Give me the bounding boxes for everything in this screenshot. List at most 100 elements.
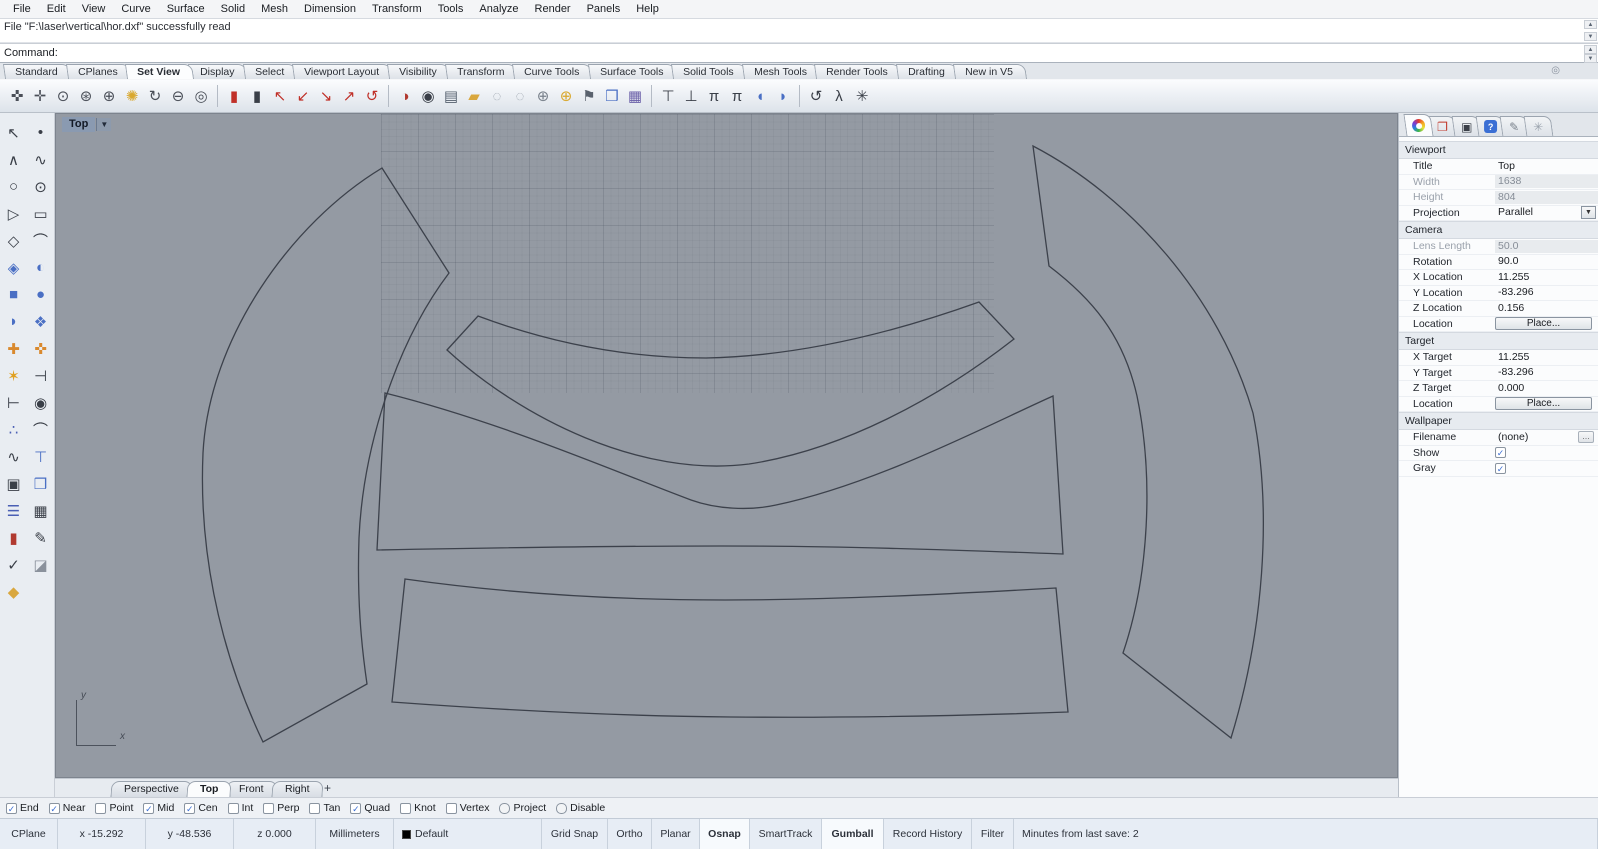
menu-item-transform[interactable]: Transform — [365, 1, 429, 17]
circle-icon[interactable]: ○ — [1, 173, 26, 200]
zoom-target-icon[interactable]: ◎ — [190, 84, 212, 108]
property-value[interactable]: -83.296 — [1495, 286, 1598, 299]
grid-snap-toggle[interactable]: Grid Snap — [542, 819, 608, 849]
property-value[interactable]: 0.000 — [1495, 382, 1598, 395]
property-value[interactable]: Parallel — [1495, 206, 1581, 219]
cplane-cell[interactable]: CPlane — [0, 819, 58, 849]
osnap-item-vertex[interactable]: Vertex — [445, 802, 489, 814]
view-right-icon[interactable]: ↘ — [315, 84, 337, 108]
settings-tab[interactable]: ✳ — [1523, 116, 1554, 136]
filename-value[interactable]: (none) — [1495, 431, 1578, 444]
viewport-title[interactable]: Top — [62, 117, 96, 132]
osnap-item-project[interactable]: Project — [499, 802, 546, 814]
material-icon[interactable]: ◪ — [28, 551, 53, 578]
osnap-item-point[interactable]: Point — [95, 802, 133, 814]
closed-curve-icon[interactable]: ▷ — [1, 200, 26, 227]
toolbar-tab-select[interactable]: Select — [242, 64, 299, 79]
viewport-tab-top[interactable]: Top — [186, 781, 232, 797]
arc-icon[interactable]: ⌒ — [28, 227, 53, 254]
toolbar-tab-surface-tools[interactable]: Surface Tools — [587, 64, 677, 79]
select-arrow-icon[interactable]: ↖ — [1, 119, 26, 146]
bottom-band-part[interactable] — [391, 578, 1069, 718]
osnap-checkbox-disable[interactable] — [556, 802, 568, 814]
property-value[interactable]: 0.156 — [1495, 302, 1598, 315]
toolbar-tab-transform[interactable]: Transform — [444, 64, 519, 79]
viewport-title-dropdown-icon[interactable]: ▼ — [96, 118, 112, 131]
command-input[interactable] — [61, 45, 1582, 61]
menu-item-help[interactable]: Help — [629, 1, 666, 17]
align-icon[interactable]: ⊣ — [28, 362, 53, 389]
trim-icon[interactable]: ⊢ — [1, 389, 26, 416]
annotate-icon[interactable]: ✎ — [28, 524, 53, 551]
osnap-checkbox-vertex[interactable] — [445, 802, 457, 814]
sweep-icon[interactable]: ◐ — [28, 254, 53, 281]
menu-item-mesh[interactable]: Mesh — [254, 1, 295, 17]
toolbar-tab-drafting[interactable]: Drafting — [896, 64, 959, 79]
property-value[interactable]: 11.255 — [1495, 271, 1598, 284]
property-value[interactable]: 90.0 — [1495, 255, 1598, 268]
left-crescent-part[interactable] — [201, 167, 450, 743]
layer-cell[interactable]: Default — [394, 819, 542, 849]
box-icon[interactable]: ■ — [1, 281, 26, 308]
explode-icon[interactable]: ✶ — [1, 362, 26, 389]
point-icon[interactable]: • — [28, 119, 53, 146]
property-value[interactable]: 11.255 — [1495, 351, 1598, 364]
osnap-toggle[interactable]: Osnap — [700, 819, 750, 849]
zoom-out-icon[interactable]: ⊖ — [167, 84, 189, 108]
helix-icon[interactable]: ∿ — [1, 443, 26, 470]
fillet-icon[interactable]: ⌒ — [28, 416, 53, 443]
plan-view-2-icon[interactable]: π — [726, 84, 748, 108]
polyline-icon[interactable]: ∧ — [1, 146, 26, 173]
isometric-view-2-icon[interactable]: ◗ — [772, 84, 794, 108]
menu-item-surface[interactable]: Surface — [160, 1, 212, 17]
viewport-tab-front[interactable]: Front — [225, 781, 278, 797]
cplane-icon[interactable]: ⊕ — [532, 84, 554, 108]
place-button[interactable]: Place... — [1495, 397, 1592, 411]
move-view-icon[interactable]: ✛ — [29, 84, 51, 108]
menu-item-view[interactable]: View — [75, 1, 113, 17]
toolbar-tab-visibility[interactable]: Visibility — [387, 64, 451, 79]
osnap-checkbox-int[interactable] — [227, 802, 239, 814]
save-view-icon[interactable]: ▤ — [440, 84, 462, 108]
toolbar-tab-cplanes[interactable]: CPlanes — [65, 64, 132, 79]
viewport-top[interactable]: Top ▼ y x — [55, 113, 1398, 778]
zoom-window-icon[interactable]: ⊛ — [75, 84, 97, 108]
polygon-icon[interactable]: ◇ — [1, 227, 26, 254]
menu-item-dimension[interactable]: Dimension — [297, 1, 363, 17]
surface-icon[interactable]: ◈ — [1, 254, 26, 281]
turntable-icon[interactable]: ↺ — [805, 84, 827, 108]
viewport-tab-+[interactable]: + — [317, 780, 339, 797]
cylinder-icon[interactable]: ◗ — [1, 308, 26, 335]
osnap-item-mid[interactable]: ✓ Mid — [143, 802, 174, 814]
save-timer-cell[interactable]: Minutes from last save: 2 — [1014, 819, 1598, 849]
pipe-icon[interactable]: ⊤ — [28, 443, 53, 470]
boolean-union-icon[interactable]: ✚ — [1, 335, 26, 362]
rotate-view-icon[interactable]: ↻ — [144, 84, 166, 108]
zoom-selected-icon[interactable]: ⊕ — [98, 84, 120, 108]
view-back-icon[interactable]: ↖ — [269, 84, 291, 108]
units-cell[interactable]: Millimeters — [316, 819, 394, 849]
filter-cell[interactable]: Filter — [972, 819, 1014, 849]
scroll-up-icon[interactable]: ▲ — [1584, 45, 1597, 54]
place-camera-icon[interactable]: ⚑ — [578, 84, 600, 108]
named-view-1-icon[interactable]: ◌ — [486, 84, 508, 108]
record-history-toggle[interactable]: Record History — [884, 819, 972, 849]
walkabout-icon[interactable]: λ — [828, 84, 850, 108]
redo-view-icon[interactable]: ▮ — [246, 84, 268, 108]
menu-item-render[interactable]: Render — [528, 1, 578, 17]
hatch-icon[interactable]: ☰ — [1, 497, 26, 524]
toolbar-tab-render-tools[interactable]: Render Tools — [814, 64, 903, 79]
camera-dolly-icon[interactable]: ◑ — [394, 84, 416, 108]
osnap-checkbox-project[interactable] — [499, 802, 511, 814]
menu-item-curve[interactable]: Curve — [114, 1, 157, 17]
menu-item-edit[interactable]: Edit — [40, 1, 73, 17]
middle-band-part[interactable] — [376, 392, 1064, 555]
sphere-icon[interactable]: ● — [28, 281, 53, 308]
osnap-checkbox-quad[interactable]: ✓ — [350, 802, 362, 814]
property-checkbox[interactable]: ✓ — [1495, 462, 1506, 474]
toolbar-tab-viewport-layout[interactable]: Viewport Layout — [291, 64, 394, 79]
view-forward-icon[interactable]: ↗ — [338, 84, 360, 108]
toolbar-tab-display[interactable]: Display — [188, 64, 249, 79]
array-icon[interactable]: ❒ — [28, 470, 53, 497]
toolbar-tab-curve-tools[interactable]: Curve Tools — [512, 64, 594, 79]
